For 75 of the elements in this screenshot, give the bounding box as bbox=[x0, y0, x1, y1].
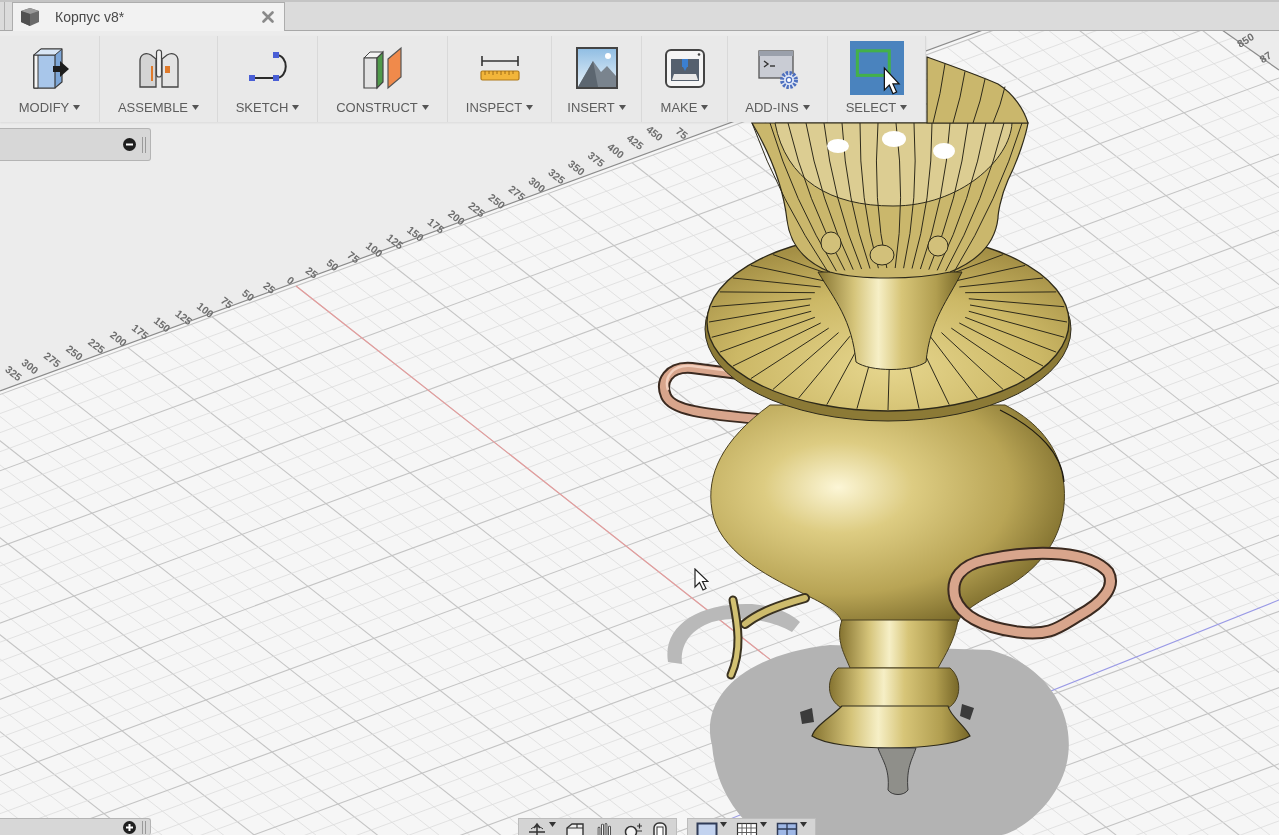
landscape-picture-icon[interactable] bbox=[574, 46, 619, 90]
ruler-label: 275 bbox=[506, 182, 528, 203]
toolbar-menu-button[interactable]: INSERT bbox=[552, 36, 642, 122]
ruler-label: 0 bbox=[284, 273, 297, 287]
ruler-label: 175 bbox=[425, 215, 447, 236]
ruler-label: 150 bbox=[151, 314, 173, 335]
caret-icon[interactable] bbox=[701, 105, 709, 110]
ruler-label: 25 bbox=[303, 264, 321, 281]
toolbar-menu-button[interactable]: MODIFY bbox=[0, 36, 100, 122]
ruler-label: 50 bbox=[324, 256, 342, 274]
caret-icon[interactable] bbox=[802, 105, 810, 110]
split-view-icon[interactable] bbox=[776, 822, 798, 835]
ruler-label: 850 bbox=[1234, 31, 1256, 50]
toolbar-menu-button[interactable]: MAKE bbox=[642, 36, 728, 122]
ruler-label: 125 bbox=[384, 231, 406, 252]
caret-icon[interactable] bbox=[526, 105, 534, 110]
caret-icon[interactable] bbox=[292, 105, 300, 110]
block-plane-icon[interactable] bbox=[360, 46, 405, 90]
ruler-label: 425 bbox=[624, 131, 646, 152]
ruler-label: 225 bbox=[466, 199, 488, 220]
ruler-label: 300 bbox=[526, 174, 548, 195]
ruler-label: 325 bbox=[546, 165, 568, 187]
ruler-label: 200 bbox=[108, 328, 130, 349]
caret-icon[interactable] bbox=[900, 105, 908, 110]
toolbar-menu-button[interactable]: SKETCH bbox=[218, 36, 318, 122]
caret-icon[interactable] bbox=[720, 822, 727, 827]
caret-icon[interactable] bbox=[618, 105, 626, 110]
ruler-label: 87 bbox=[1257, 48, 1274, 66]
grip-icon[interactable] bbox=[142, 136, 146, 153]
fit-icon[interactable] bbox=[652, 822, 668, 835]
selection-box-icon[interactable] bbox=[849, 41, 904, 95]
ruler-label: 75 bbox=[673, 124, 691, 142]
ruler-label: 225 bbox=[86, 335, 108, 356]
zoom-icon[interactable] bbox=[623, 822, 643, 835]
caret-icon[interactable] bbox=[192, 105, 200, 110]
ruler-label: 175 bbox=[129, 321, 152, 342]
ruler-label: 100 bbox=[363, 239, 386, 260]
grip-icon[interactable] bbox=[142, 821, 146, 834]
toolbar-menu-button[interactable]: ASSEMBLE bbox=[100, 36, 218, 122]
grid-icon[interactable] bbox=[736, 822, 758, 835]
ruler-label: 75 bbox=[218, 294, 236, 311]
caret-icon[interactable] bbox=[421, 105, 429, 110]
toolbar-menu-button[interactable]: SELECT bbox=[828, 36, 926, 122]
ruler-label: 200 bbox=[445, 207, 468, 228]
plus-circle-icon[interactable] bbox=[123, 821, 136, 834]
ruler-label: 450 bbox=[644, 122, 666, 144]
ruler-label: 250 bbox=[63, 342, 86, 363]
screen-icon[interactable] bbox=[696, 822, 718, 835]
document-tab[interactable]: Корпус v8* bbox=[12, 2, 285, 31]
ruler-label: 350 bbox=[566, 157, 588, 178]
close-icon[interactable] bbox=[262, 11, 274, 23]
hinged-panels-icon[interactable] bbox=[136, 46, 181, 90]
caret-icon[interactable] bbox=[549, 822, 556, 827]
ruler-label: 50 bbox=[240, 286, 257, 304]
toolbar-menu-button[interactable]: INSPECT bbox=[448, 36, 552, 122]
ruler-label: 275 bbox=[41, 349, 64, 370]
toolbar-menu-button[interactable]: ADD-INS bbox=[728, 36, 828, 122]
caret-icon[interactable] bbox=[800, 822, 807, 827]
ruler-label: 400 bbox=[605, 140, 627, 161]
box-icon[interactable] bbox=[565, 822, 585, 835]
ruler-label: 375 bbox=[585, 148, 607, 170]
orbit-icon[interactable] bbox=[527, 822, 547, 835]
caret-icon[interactable] bbox=[760, 822, 767, 827]
toolbar-menu-button[interactable]: CONSTRUCT bbox=[318, 36, 448, 122]
ruler-label: 250 bbox=[486, 190, 508, 212]
ruler-label: 125 bbox=[173, 307, 195, 328]
caret-icon[interactable] bbox=[73, 105, 81, 110]
ruler-label: 75 bbox=[345, 248, 362, 266]
cube-icon bbox=[19, 7, 41, 27]
mouse-cursor-icon bbox=[694, 568, 709, 591]
ruler-label: 25 bbox=[261, 279, 278, 296]
printer-icon[interactable] bbox=[662, 46, 707, 90]
ruler-label: 150 bbox=[405, 223, 427, 244]
minus-circle-icon[interactable] bbox=[123, 138, 136, 151]
ruler-label: 100 bbox=[194, 299, 217, 320]
